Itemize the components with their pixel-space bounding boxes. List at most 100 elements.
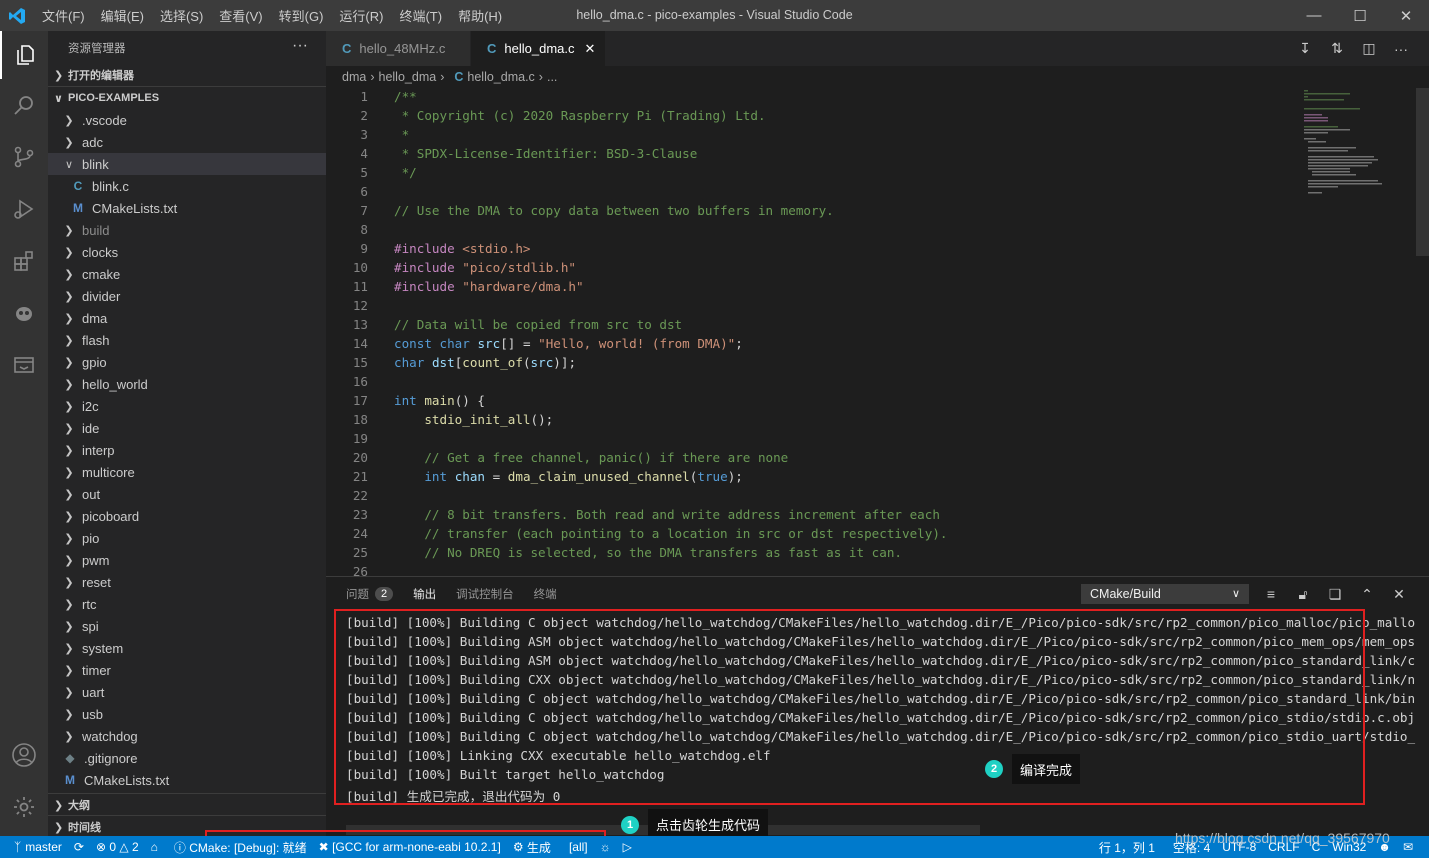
source-control-icon[interactable] (0, 133, 48, 181)
cmake-status[interactable]: ⓘ CMake: [Debug]: 就绪 (168, 839, 313, 856)
maximize-icon[interactable]: ☐ (1337, 0, 1383, 31)
tree-item[interactable]: ❯ picoboard (48, 505, 326, 527)
code-line[interactable]: #include <stdio.h> (394, 241, 531, 256)
tab-output[interactable]: 输出 (403, 577, 447, 611)
tree-item[interactable]: ❯ multicore (48, 461, 326, 483)
output-channel-select[interactable]: CMake/Build ∨ (1081, 584, 1249, 604)
code-line[interactable]: #include "hardware/dma.h" (394, 279, 584, 294)
folder-section[interactable]: ∨ PICO-EXAMPLES (48, 87, 326, 109)
tree-item[interactable]: ❯ divider (48, 285, 326, 307)
code-line[interactable]: // 8 bit transfers. Both read and write … (394, 507, 940, 522)
menu-item[interactable]: 帮助(H) (450, 6, 510, 25)
problems-status[interactable]: ⊗ 0 △ 2 (90, 840, 145, 854)
remote-explorer-icon[interactable] (0, 341, 48, 389)
code-line[interactable]: // Data will be copied from src to dst (394, 317, 682, 332)
tree-item[interactable]: ❯ system (48, 637, 326, 659)
maximize-panel-icon[interactable]: ⌃ (1351, 586, 1383, 603)
account-icon[interactable] (0, 731, 48, 779)
pico-extension-icon[interactable] (0, 289, 48, 337)
code-line[interactable]: */ (394, 165, 417, 180)
tree-item[interactable]: ◆ .gitignore (48, 747, 326, 769)
breadcrumb-file[interactable]: hello_dma.c (467, 70, 534, 84)
tree-item[interactable]: ❯ adc (48, 131, 326, 153)
tree-item[interactable]: ❯ cmake (48, 263, 326, 285)
manage-gear-icon[interactable] (0, 783, 48, 831)
code-line[interactable]: #include "pico/stdlib.h" (394, 260, 576, 275)
tree-item[interactable]: ❯ ide (48, 417, 326, 439)
editor-scrollbar[interactable] (1416, 88, 1429, 256)
menu-item[interactable]: 转到(G) (271, 6, 332, 25)
open-log-icon[interactable]: ❏ (1319, 586, 1351, 603)
breadcrumb-hello-dma[interactable]: hello_dma (379, 70, 437, 84)
code-line[interactable]: // Get a free channel, panic() if there … (394, 450, 788, 465)
code-line[interactable]: * (394, 127, 410, 142)
code-line[interactable]: int main() { (394, 393, 485, 408)
tab-hello-48mhz[interactable]: C hello_48MHz.c (326, 31, 471, 66)
build-target[interactable]: [all] (563, 840, 594, 854)
code-line[interactable]: const char src[] = "Hello, world! (from … (394, 336, 743, 351)
tab-debug-console[interactable]: 调试控制台 (446, 577, 524, 611)
tree-item[interactable]: ❯ pio (48, 527, 326, 549)
branch-status[interactable]: ᛉ master (0, 840, 68, 854)
tree-item[interactable]: ❯ usb (48, 703, 326, 725)
tree-item[interactable]: ❯ watchdog (48, 725, 326, 747)
minimize-icon[interactable]: — (1291, 0, 1337, 31)
more-actions-icon[interactable]: ··· (292, 37, 308, 55)
outline-section[interactable]: ❯ 大纲 (48, 793, 326, 816)
code-line[interactable]: stdio_init_all(); (394, 412, 553, 427)
code-line[interactable]: char dst[count_of(src)]; (394, 355, 576, 370)
lock-scroll-icon[interactable]: 🔓︎ (1287, 586, 1319, 603)
tree-item[interactable]: M CMakeLists.txt (48, 197, 326, 219)
menu-item[interactable]: 编辑(E) (93, 6, 152, 25)
kit-status[interactable]: ✖ [GCC for arm-none-eabi 10.2.1] (313, 840, 507, 854)
tree-item[interactable]: ❯ spi (48, 615, 326, 637)
cursor-position[interactable]: 行 1，列 1 (1093, 839, 1161, 856)
open-editors-section[interactable]: ❯ 打开的编辑器 (48, 64, 326, 86)
notifications-icon[interactable]: ✉ (1397, 840, 1419, 854)
run-debug-icon[interactable] (0, 185, 48, 233)
breadcrumb-dma[interactable]: dma (342, 70, 366, 84)
tree-item[interactable]: M CMakeLists.txt (48, 769, 326, 791)
open-changes-icon[interactable]: ⇅ (1321, 40, 1353, 57)
close-panel-icon[interactable]: ✕ (1383, 586, 1415, 603)
tree-item[interactable]: ❯ out (48, 483, 326, 505)
tree-item[interactable]: ❯ i2c (48, 395, 326, 417)
code-editor[interactable]: 1 /** 2 * Copyright (c) 2020 Raspberry Pi … (326, 88, 1416, 576)
code-line[interactable]: int chan = dma_claim_unused_channel(true… (394, 469, 743, 484)
more-editor-actions-icon[interactable]: ··· (1385, 41, 1417, 57)
search-icon[interactable] (0, 81, 48, 129)
run-icon[interactable]: ▷ (617, 840, 638, 854)
tree-item[interactable]: ❯ hello_world (48, 373, 326, 395)
tree-item[interactable]: ❯ uart (48, 681, 326, 703)
close-window-icon[interactable]: ✕ (1383, 0, 1429, 31)
code-line[interactable]: // No DREQ is selected, so the DMA trans… (394, 545, 902, 560)
code-line[interactable]: // Use the DMA to copy data between two … (394, 203, 834, 218)
code-line[interactable]: * SPDX-License-Identifier: BSD-3-Clause (394, 146, 698, 161)
breadcrumb-symbol[interactable]: ... (547, 70, 557, 84)
debug-icon[interactable]: ☼ (594, 840, 617, 854)
tree-item[interactable]: ❯ flash (48, 329, 326, 351)
tree-item[interactable]: ❯ rtc (48, 593, 326, 615)
menu-item[interactable]: 运行(R) (331, 6, 391, 25)
tree-item[interactable]: ❯ interp (48, 439, 326, 461)
tree-item[interactable]: ❯ clocks (48, 241, 326, 263)
extensions-icon[interactable] (0, 237, 48, 285)
tab-problems[interactable]: 问题 2 (326, 577, 403, 611)
menu-item[interactable]: 查看(V) (211, 6, 270, 25)
tree-item[interactable]: ❯ dma (48, 307, 326, 329)
explorer-icon[interactable] (0, 31, 48, 79)
tree-item[interactable]: ❯ pwm (48, 549, 326, 571)
cmake-action-icon[interactable]: ↧ (1289, 40, 1321, 57)
clear-output-icon[interactable]: ≡ (1255, 586, 1287, 602)
tree-item[interactable]: ❯ build (48, 219, 326, 241)
menu-item[interactable]: 选择(S) (152, 6, 211, 25)
tab-terminal[interactable]: 终端 (524, 577, 567, 611)
split-editor-icon[interactable]: ◫ (1353, 40, 1385, 57)
tab-hello-dma[interactable]: C hello_dma.c ✕ (471, 31, 606, 66)
close-tab-icon[interactable]: ✕ (585, 41, 596, 57)
tree-item[interactable]: ∨ blink (48, 153, 326, 175)
menu-item[interactable]: 文件(F) (34, 6, 93, 25)
code-line[interactable]: * Copyright (c) 2020 Raspberry Pi (Tradi… (394, 108, 766, 123)
code-line[interactable]: /** (394, 89, 417, 104)
tree-item[interactable]: ❯ gpio (48, 351, 326, 373)
